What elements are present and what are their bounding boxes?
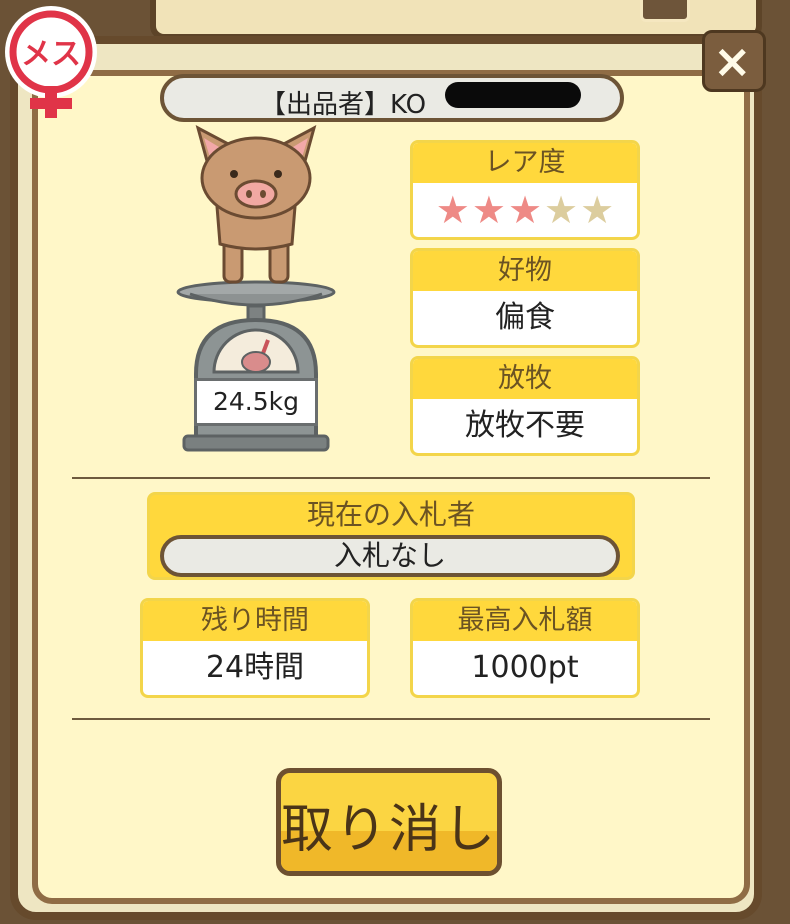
star-filled-icon: ★ bbox=[435, 188, 470, 232]
remaining-time-value: 24時間 bbox=[205, 650, 305, 685]
background-button bbox=[640, 0, 690, 22]
rarity-stars: ★ ★ ★ ★ ★ bbox=[413, 183, 637, 233]
current-bidder-label: 現在の入札者 bbox=[306, 498, 475, 531]
star-filled-icon: ★ bbox=[471, 188, 506, 232]
highest-bid-panel: 最高入札額 1000pt bbox=[410, 598, 640, 698]
star-empty-icon: ★ bbox=[580, 188, 615, 232]
favorite-food-label: 好物 bbox=[413, 251, 637, 291]
remaining-time-label: 残り時間 bbox=[143, 601, 367, 641]
divider bbox=[72, 477, 710, 479]
favorite-food-panel: 好物 偏食 bbox=[410, 248, 640, 348]
favorite-food-value: 偏食 bbox=[495, 300, 555, 335]
rarity-panel: レア度 ★ ★ ★ ★ ★ bbox=[410, 140, 640, 240]
star-filled-icon: ★ bbox=[507, 188, 543, 232]
weight-display: 24.5kg bbox=[194, 378, 318, 426]
star-empty-icon: ★ bbox=[544, 188, 579, 232]
redaction-mark bbox=[445, 82, 581, 108]
female-gender-icon: メス bbox=[5, 6, 97, 118]
current-bidder-panel: 現在の入札者 入札なし bbox=[147, 492, 635, 580]
highest-bid-value: 1000pt bbox=[471, 650, 579, 685]
seller-name: 【出品者】KO bbox=[260, 90, 427, 120]
close-icon: × bbox=[713, 34, 752, 88]
gender-label: メス bbox=[21, 37, 81, 72]
highest-bid-label: 最高入札額 bbox=[413, 601, 637, 641]
grazing-value: 放牧不要 bbox=[465, 408, 585, 443]
cancel-button-label: 取り消し bbox=[281, 800, 498, 860]
grazing-label: 放牧 bbox=[413, 359, 637, 399]
cancel-button[interactable]: 取り消し bbox=[276, 768, 502, 876]
remaining-time-panel: 残り時間 24時間 bbox=[140, 598, 370, 698]
close-button[interactable]: × bbox=[702, 30, 766, 92]
rarity-label: レア度 bbox=[413, 143, 637, 183]
grazing-panel: 放牧 放牧不要 bbox=[410, 356, 640, 456]
current-bidder-value: 入札なし bbox=[160, 535, 620, 577]
divider bbox=[72, 718, 710, 720]
